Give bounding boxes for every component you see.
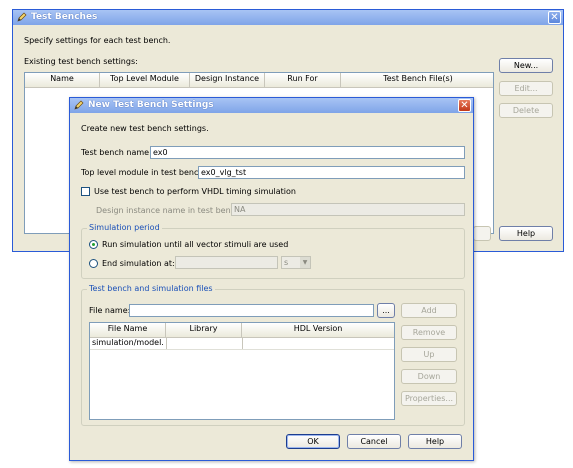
column-header-design-instance[interactable]: Design Instance xyxy=(190,73,265,87)
time-unit-select[interactable]: s ▼ xyxy=(281,256,311,269)
outer-help-button[interactable]: Help xyxy=(499,226,553,241)
properties-button[interactable]: Properties... xyxy=(401,391,457,406)
table-row[interactable]: simulation/model... xyxy=(90,337,394,350)
end-at-label: End simulation at: xyxy=(102,259,175,268)
remove-label: Remove xyxy=(412,328,446,337)
pencil-icon xyxy=(17,12,27,22)
remove-button[interactable]: Remove xyxy=(401,325,457,340)
file-table[interactable]: File Name Library HDL Version simulation… xyxy=(89,322,395,420)
row-file-name: simulation/model... xyxy=(92,338,164,347)
close-icon[interactable]: ✕ xyxy=(548,11,561,24)
pencil-icon xyxy=(74,100,84,110)
close-icon[interactable]: ✕ xyxy=(458,99,471,112)
dialog-help-label: Help xyxy=(425,437,445,446)
simulation-period-legend: Simulation period xyxy=(87,223,162,232)
files-group: Test bench and simulation files File nam… xyxy=(81,284,465,426)
files-legend: Test bench and simulation files xyxy=(87,284,215,293)
up-button[interactable]: Up xyxy=(401,347,457,362)
add-button[interactable]: Add xyxy=(401,303,457,318)
new-button[interactable]: New... xyxy=(499,58,553,73)
column-header-run-for[interactable]: Run For xyxy=(265,73,341,87)
column-header-test-bench-files[interactable]: Test Bench File(s) xyxy=(341,73,495,87)
column-header-file-name[interactable]: File Name xyxy=(90,323,166,337)
column-header-name[interactable]: Name xyxy=(25,73,100,87)
delete-button[interactable]: Delete xyxy=(499,103,553,118)
test-benches-titlebar[interactable]: Test Benches ✕ xyxy=(13,10,563,25)
up-label: Up xyxy=(423,350,435,359)
row-hdl-version xyxy=(242,337,394,349)
test-bench-name-input[interactable]: ex0 xyxy=(150,146,465,159)
browse-button[interactable]: ... xyxy=(377,303,395,318)
edit-button-label: Edit... xyxy=(514,84,538,93)
cancel-label: Cancel xyxy=(360,437,388,446)
window-description: Specify settings for each test bench. xyxy=(24,36,171,45)
design-instance-input[interactable]: NA xyxy=(231,203,465,216)
top-level-module-input[interactable]: ex0_vlg_tst xyxy=(198,166,465,179)
test-bench-name-label: Test bench name: xyxy=(81,148,152,157)
file-name-input[interactable] xyxy=(129,304,374,317)
dialog-titlebar[interactable]: New Test Bench Settings ✕ xyxy=(70,98,473,113)
browse-label: ... xyxy=(382,306,390,315)
edit-button[interactable]: Edit... xyxy=(499,81,553,96)
delete-button-label: Delete xyxy=(512,106,540,115)
new-button-label: New... xyxy=(513,61,539,70)
file-table-header: File Name Library HDL Version xyxy=(90,323,394,338)
window-title: Test Benches xyxy=(31,12,98,22)
design-instance-label: Design instance name in test bench: xyxy=(96,206,243,215)
ok-button[interactable]: OK xyxy=(286,434,340,449)
table-header: Name Top Level Module Design Instance Ru… xyxy=(25,73,493,88)
run-until-radio[interactable] xyxy=(89,240,98,249)
time-unit-value: s xyxy=(284,258,289,267)
cancel-button[interactable]: Cancel xyxy=(347,434,401,449)
simulation-period-group: Simulation period Run simulation until a… xyxy=(81,223,465,279)
add-label: Add xyxy=(421,306,437,315)
column-header-top-level-module[interactable]: Top Level Module xyxy=(100,73,190,87)
dialog-title: New Test Bench Settings xyxy=(88,100,214,110)
file-name-label: File name: xyxy=(89,306,131,315)
top-level-module-label: Top level module in test bench: xyxy=(81,168,207,177)
column-header-hdl-version[interactable]: HDL Version xyxy=(242,323,394,337)
vhdl-timing-label: Use test bench to perform VHDL timing si… xyxy=(94,187,296,196)
chevron-down-icon: ▼ xyxy=(300,257,310,268)
outer-help-label: Help xyxy=(516,229,536,238)
properties-label: Properties... xyxy=(404,394,454,403)
ok-label: OK xyxy=(307,437,319,446)
row-library xyxy=(166,337,242,349)
run-until-label: Run simulation until all vector stimuli … xyxy=(102,240,289,249)
down-button[interactable]: Down xyxy=(401,369,457,384)
end-at-radio[interactable] xyxy=(89,259,98,268)
dialog-help-button[interactable]: Help xyxy=(408,434,462,449)
existing-settings-label: Existing test bench settings: xyxy=(24,57,138,66)
new-test-bench-dialog: New Test Bench Settings ✕ Create new tes… xyxy=(69,97,474,461)
end-at-input[interactable] xyxy=(175,256,278,269)
down-label: Down xyxy=(417,372,441,381)
outer-ok-button-partial xyxy=(473,226,491,241)
vhdl-timing-checkbox[interactable] xyxy=(81,187,90,196)
column-header-library[interactable]: Library xyxy=(166,323,242,337)
dialog-description: Create new test bench settings. xyxy=(81,124,209,133)
